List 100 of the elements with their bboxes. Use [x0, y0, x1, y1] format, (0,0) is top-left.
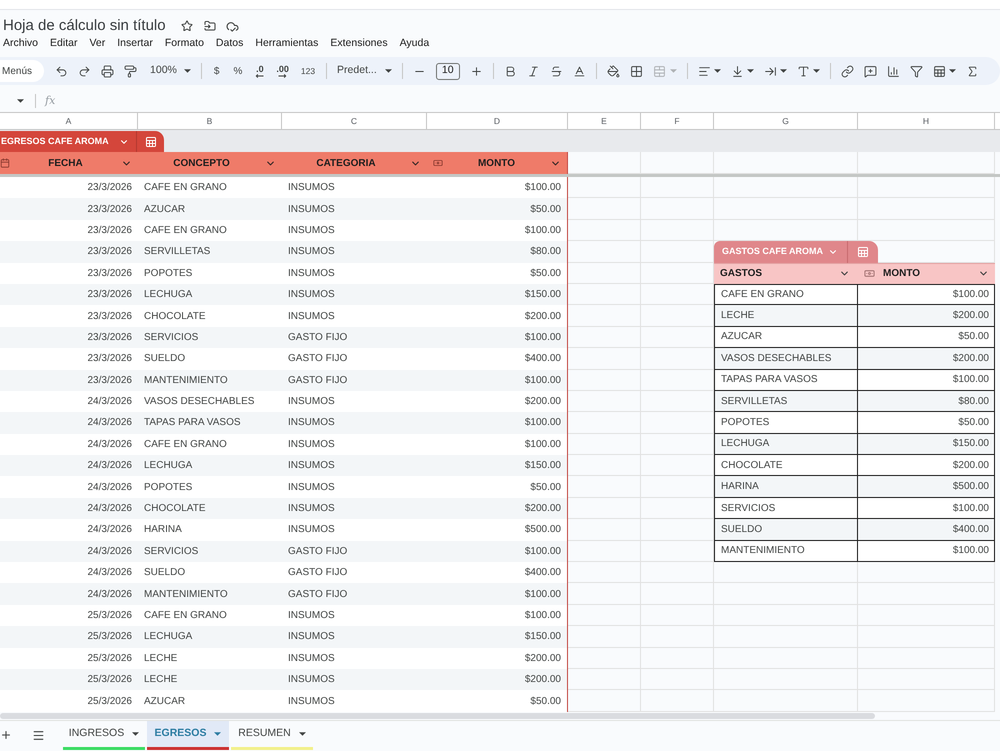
empty-cell[interactable]: [714, 668, 858, 690]
empty-cell[interactable]: [714, 562, 858, 584]
arrow-right-to-line-icon[interactable]: [764, 64, 777, 78]
column-header[interactable]: A: [0, 113, 138, 129]
caret-icon[interactable]: [812, 69, 820, 73]
empty-cell[interactable]: [858, 177, 995, 198]
empty-cell[interactable]: [858, 648, 995, 669]
column-header[interactable]: F: [641, 113, 714, 129]
table-cell: 25/3/2026: [0, 604, 138, 626]
menu-item[interactable]: Insertar: [117, 36, 153, 52]
empty-cell[interactable]: [858, 690, 995, 712]
link-icon[interactable]: [840, 64, 854, 78]
column-header[interactable]: D: [427, 113, 568, 129]
letter-t-icon[interactable]: [796, 64, 810, 78]
empty-cell[interactable]: [641, 177, 714, 198]
increase-decimals-button[interactable]: .00: [275, 64, 290, 78]
table-cell: $100.00: [858, 498, 995, 520]
number-format-button[interactable]: 123: [300, 64, 316, 78]
font-dropdown[interactable]: Predet...: [337, 63, 392, 79]
arrow-down-to-line-icon[interactable]: [730, 64, 744, 78]
empty-cell[interactable]: [714, 690, 858, 712]
menu-item[interactable]: Ver: [89, 36, 106, 52]
caret-icon[interactable]: [746, 69, 754, 73]
empty-cell[interactable]: [858, 198, 995, 220]
text-color-icon[interactable]: [572, 64, 586, 78]
menu-icon[interactable]: [32, 728, 45, 742]
empty-cell[interactable]: [714, 177, 858, 198]
empty-cell[interactable]: [641, 626, 714, 648]
menu-item[interactable]: Extensiones: [330, 36, 388, 52]
empty-cell[interactable]: [714, 648, 858, 669]
empty-cell[interactable]: [641, 690, 714, 712]
table-name-button[interactable]: EGRESOS CAFE AROMA: [0, 131, 136, 152]
table-options-button[interactable]: [848, 241, 878, 263]
caret-icon[interactable]: [298, 732, 306, 736]
empty-cell[interactable]: [641, 583, 714, 605]
menu-item[interactable]: Formato: [164, 36, 204, 52]
caret-icon[interactable]: [384, 69, 392, 73]
caret-icon[interactable]: [17, 99, 24, 103]
empty-cell[interactable]: [714, 626, 858, 648]
caret-icon[interactable]: [714, 69, 721, 73]
sheet-tab[interactable]: RESUMEN: [231, 720, 313, 750]
empty-cell[interactable]: [858, 604, 995, 626]
percent-format-button[interactable]: %: [231, 64, 244, 78]
undo-icon[interactable]: [55, 64, 68, 78]
currency-format-button[interactable]: $: [212, 64, 222, 78]
menu-item[interactable]: Editar: [50, 36, 78, 52]
empty-cell[interactable]: [641, 668, 714, 690]
font-size-field[interactable]: 10: [436, 62, 460, 80]
menu-item[interactable]: Archivo: [3, 36, 38, 52]
empty-cell[interactable]: [714, 604, 858, 626]
zoom-dropdown[interactable]: 100%: [150, 63, 191, 79]
caret-icon[interactable]: [780, 69, 787, 73]
empty-cell[interactable]: [641, 648, 714, 669]
plus-icon[interactable]: [470, 64, 483, 78]
empty-cell[interactable]: [858, 220, 995, 242]
redo-icon[interactable]: [78, 64, 92, 78]
align-left-icon[interactable]: [698, 64, 711, 78]
filter-icon[interactable]: [910, 64, 923, 78]
folder-arrow-icon[interactable]: [204, 20, 216, 32]
sheet-tab[interactable]: EGRESOS: [147, 720, 229, 750]
column-header[interactable]: E: [568, 113, 641, 129]
cloud-check-icon[interactable]: [226, 20, 239, 32]
empty-cell[interactable]: [641, 562, 714, 584]
plus-icon[interactable]: [0, 729, 12, 742]
menu-item[interactable]: Ayuda: [400, 36, 430, 52]
add-comment-icon[interactable]: [864, 64, 877, 78]
empty-cell[interactable]: [714, 198, 858, 220]
merged-cells-icon[interactable]: [652, 64, 666, 78]
column-header[interactable]: H: [858, 113, 995, 129]
empty-cell[interactable]: [641, 604, 714, 626]
caret-icon[interactable]: [132, 732, 140, 736]
column-header[interactable]: G: [714, 113, 858, 129]
empty-cell[interactable]: [858, 668, 995, 690]
horizontal-scrollbar[interactable]: [0, 712, 875, 719]
empty-cell[interactable]: [641, 198, 714, 220]
column-header[interactable]: B: [138, 113, 282, 129]
caret-icon[interactable]: [184, 69, 191, 73]
grid-icon[interactable]: [630, 64, 643, 78]
decrease-decimals-button[interactable]: .0: [254, 64, 266, 78]
document-title[interactable]: Hoja de cálculo sin título: [3, 14, 166, 38]
menu-item[interactable]: Datos: [216, 36, 244, 52]
empty-cell[interactable]: [858, 626, 995, 648]
empty-cell[interactable]: [858, 583, 995, 605]
star-icon[interactable]: [180, 20, 193, 32]
menu-item[interactable]: Herramientas: [255, 36, 318, 52]
column-header[interactable]: C: [282, 113, 427, 129]
bar-chart-icon[interactable]: [886, 64, 900, 78]
paint-bucket-icon[interactable]: [606, 64, 620, 78]
italic-icon[interactable]: [526, 64, 540, 78]
paint-roller-icon[interactable]: [124, 64, 138, 78]
empty-cell[interactable]: [641, 220, 714, 242]
sheet-tab[interactable]: INGRESOS: [63, 720, 145, 750]
caret-icon[interactable]: [948, 69, 956, 73]
empty-cell[interactable]: [858, 562, 995, 584]
empty-cell[interactable]: [714, 583, 858, 605]
menu-search-field[interactable]: Menús: [0, 60, 44, 82]
table-options-button[interactable]: [137, 131, 164, 152]
table-icon[interactable]: [932, 64, 946, 78]
strikethrough-icon[interactable]: [550, 64, 563, 78]
printer-icon[interactable]: [101, 64, 114, 78]
